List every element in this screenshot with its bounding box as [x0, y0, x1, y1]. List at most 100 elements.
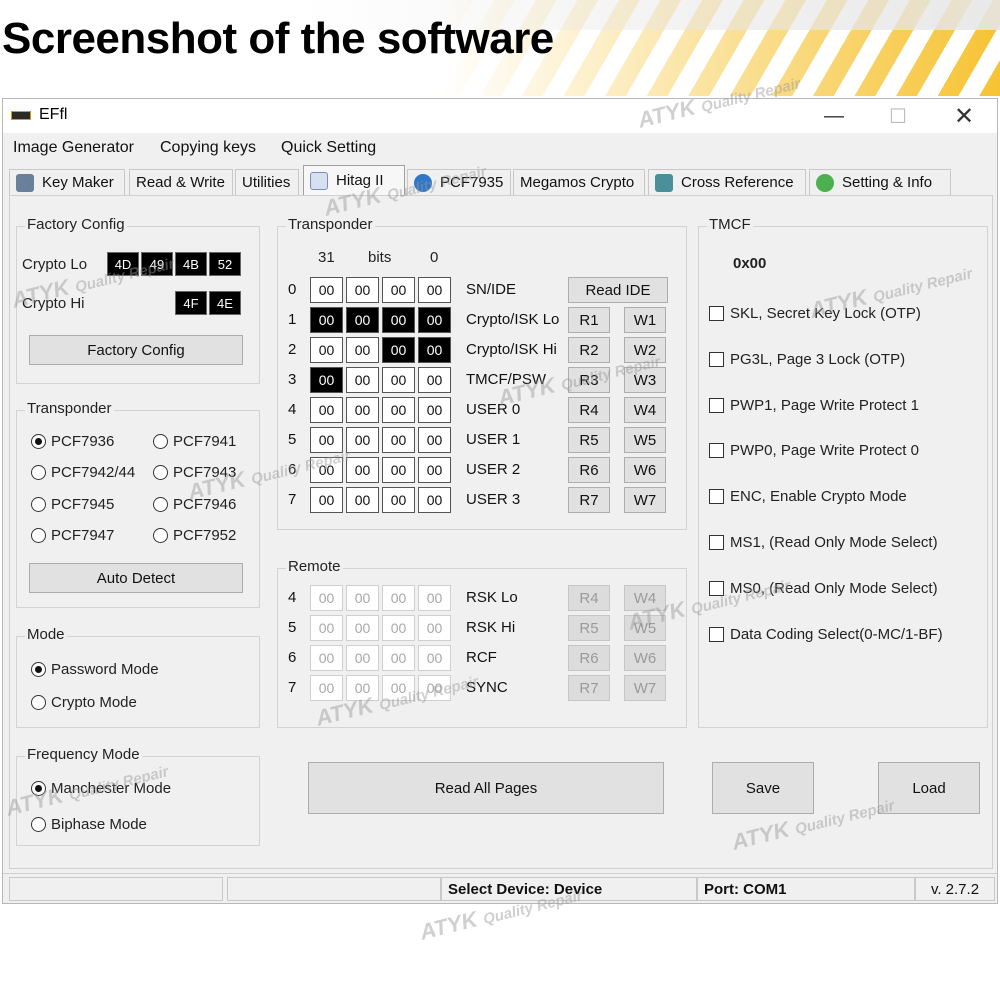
tmcf-checkbox[interactable]: PWP0, Page Write Protect 0: [709, 442, 919, 459]
read-page-button[interactable]: R6: [568, 457, 610, 483]
byte-cell[interactable]: 00: [310, 585, 343, 611]
radio-pcf7936[interactable]: PCF7936: [31, 433, 114, 450]
byte-cell[interactable]: 00: [382, 457, 415, 483]
radio-pcf7946[interactable]: PCF7946: [153, 496, 236, 513]
byte-cell[interactable]: 00: [418, 367, 451, 393]
tmcf-checkbox[interactable]: MS1, (Read Only Mode Select): [709, 534, 938, 551]
byte-cell[interactable]: 00: [310, 615, 343, 641]
radio-pcf7945[interactable]: PCF7945: [31, 496, 114, 513]
byte-cell[interactable]: 00: [382, 675, 415, 701]
byte-cell[interactable]: 00: [310, 277, 343, 303]
byte-cell[interactable]: 00: [310, 397, 343, 423]
radio-manchester-mode[interactable]: Manchester Mode: [31, 780, 171, 797]
byte-cell[interactable]: 00: [310, 457, 343, 483]
tmcf-checkbox[interactable]: MS0, (Read Only Mode Select): [709, 580, 938, 597]
radio-pcf7952[interactable]: PCF7952: [153, 527, 236, 544]
byte-cell[interactable]: 00: [418, 585, 451, 611]
radio-pcf7942-44[interactable]: PCF7942/44: [31, 464, 135, 481]
tab-megamos-crypto[interactable]: Megamos Crypto: [513, 169, 645, 195]
byte-cell[interactable]: 00: [310, 487, 343, 513]
byte-cell[interactable]: 00: [418, 675, 451, 701]
byte-cell[interactable]: 00: [310, 675, 343, 701]
radio-pcf7947[interactable]: PCF7947: [31, 527, 114, 544]
byte-cell[interactable]: 00: [418, 307, 451, 333]
byte-cell[interactable]: 00: [310, 337, 343, 363]
tmcf-checkbox[interactable]: SKL, Secret Key Lock (OTP): [709, 305, 921, 322]
tab-hitag-ii[interactable]: Hitag II: [303, 165, 405, 195]
tmcf-checkbox[interactable]: PG3L, Page 3 Lock (OTP): [709, 351, 905, 368]
write-page-button[interactable]: W3: [624, 367, 666, 393]
radio-pcf7941[interactable]: PCF7941: [153, 433, 236, 450]
menu-image-generator[interactable]: Image Generator: [13, 139, 134, 157]
byte-cell[interactable]: 00: [346, 645, 379, 671]
read-page-button[interactable]: R4: [568, 585, 610, 611]
save-button[interactable]: Save: [712, 762, 814, 814]
byte-cell[interactable]: 00: [346, 585, 379, 611]
byte-cell[interactable]: 00: [310, 307, 343, 333]
byte-cell[interactable]: 00: [382, 645, 415, 671]
menu-copying-keys[interactable]: Copying keys: [160, 139, 256, 157]
tmcf-checkbox[interactable]: Data Coding Select(0-MC/1-BF): [709, 626, 943, 643]
byte-cell[interactable]: 00: [382, 307, 415, 333]
byte-cell[interactable]: 00: [346, 615, 379, 641]
byte-cell[interactable]: 00: [418, 427, 451, 453]
tmcf-checkbox[interactable]: ENC, Enable Crypto Mode: [709, 488, 907, 505]
byte-cell[interactable]: 00: [310, 427, 343, 453]
byte-cell[interactable]: 00: [346, 307, 379, 333]
byte-cell[interactable]: 00: [418, 645, 451, 671]
byte-cell[interactable]: 00: [382, 427, 415, 453]
byte-cell[interactable]: 00: [346, 675, 379, 701]
byte-cell[interactable]: 00: [346, 427, 379, 453]
factory-config-button[interactable]: Factory Config: [29, 335, 243, 365]
menu-quick-setting[interactable]: Quick Setting: [281, 139, 376, 157]
byte-cell[interactable]: 00: [418, 337, 451, 363]
byte-cell[interactable]: 00: [346, 277, 379, 303]
tab-cross-reference[interactable]: Cross Reference: [648, 169, 806, 195]
byte-cell[interactable]: 00: [382, 277, 415, 303]
byte-cell[interactable]: 00: [382, 615, 415, 641]
byte-cell[interactable]: 00: [346, 337, 379, 363]
tmcf-checkbox[interactable]: PWP1, Page Write Protect 1: [709, 397, 919, 414]
byte-cell[interactable]: 00: [382, 367, 415, 393]
write-page-button[interactable]: W4: [624, 397, 666, 423]
radio-biphase-mode[interactable]: Biphase Mode: [31, 816, 147, 833]
write-page-button[interactable]: W1: [624, 307, 666, 333]
read-ide-button[interactable]: Read IDE: [568, 277, 668, 303]
read-page-button[interactable]: R1: [568, 307, 610, 333]
load-button[interactable]: Load: [878, 762, 980, 814]
byte-cell[interactable]: 00: [346, 487, 379, 513]
auto-detect-button[interactable]: Auto Detect: [29, 563, 243, 593]
write-page-button[interactable]: W6: [624, 645, 666, 671]
tab-setting-info[interactable]: Setting & Info: [809, 169, 951, 195]
maximize-button[interactable]: ☐: [875, 101, 921, 131]
read-all-pages-button[interactable]: Read All Pages: [308, 762, 664, 814]
radio-pcf7943[interactable]: PCF7943: [153, 464, 236, 481]
byte-cell[interactable]: 00: [418, 277, 451, 303]
byte-cell[interactable]: 00: [382, 585, 415, 611]
byte-cell[interactable]: 00: [418, 487, 451, 513]
write-page-button[interactable]: W5: [624, 427, 666, 453]
close-button[interactable]: ✕: [941, 101, 987, 131]
byte-cell[interactable]: 00: [310, 645, 343, 671]
tab-read-write[interactable]: Read & Write: [129, 169, 233, 195]
write-page-button[interactable]: W7: [624, 487, 666, 513]
read-page-button[interactable]: R5: [568, 615, 610, 641]
byte-cell[interactable]: 00: [346, 367, 379, 393]
byte-cell[interactable]: 00: [418, 397, 451, 423]
radio-crypto-mode[interactable]: Crypto Mode: [31, 694, 137, 711]
byte-cell[interactable]: 00: [346, 457, 379, 483]
read-page-button[interactable]: R4: [568, 397, 610, 423]
tab-pcf7935[interactable]: PCF7935: [407, 169, 511, 195]
byte-cell[interactable]: 00: [382, 397, 415, 423]
write-page-button[interactable]: W7: [624, 675, 666, 701]
tab-utilities[interactable]: Utilities: [235, 169, 299, 195]
tab-key-maker[interactable]: Key Maker: [9, 169, 125, 195]
byte-cell[interactable]: 00: [382, 337, 415, 363]
radio-password-mode[interactable]: Password Mode: [31, 661, 159, 678]
read-page-button[interactable]: R2: [568, 337, 610, 363]
read-page-button[interactable]: R5: [568, 427, 610, 453]
read-page-button[interactable]: R7: [568, 487, 610, 513]
minimize-button[interactable]: —: [811, 101, 857, 131]
read-page-button[interactable]: R6: [568, 645, 610, 671]
byte-cell[interactable]: 00: [310, 367, 343, 393]
